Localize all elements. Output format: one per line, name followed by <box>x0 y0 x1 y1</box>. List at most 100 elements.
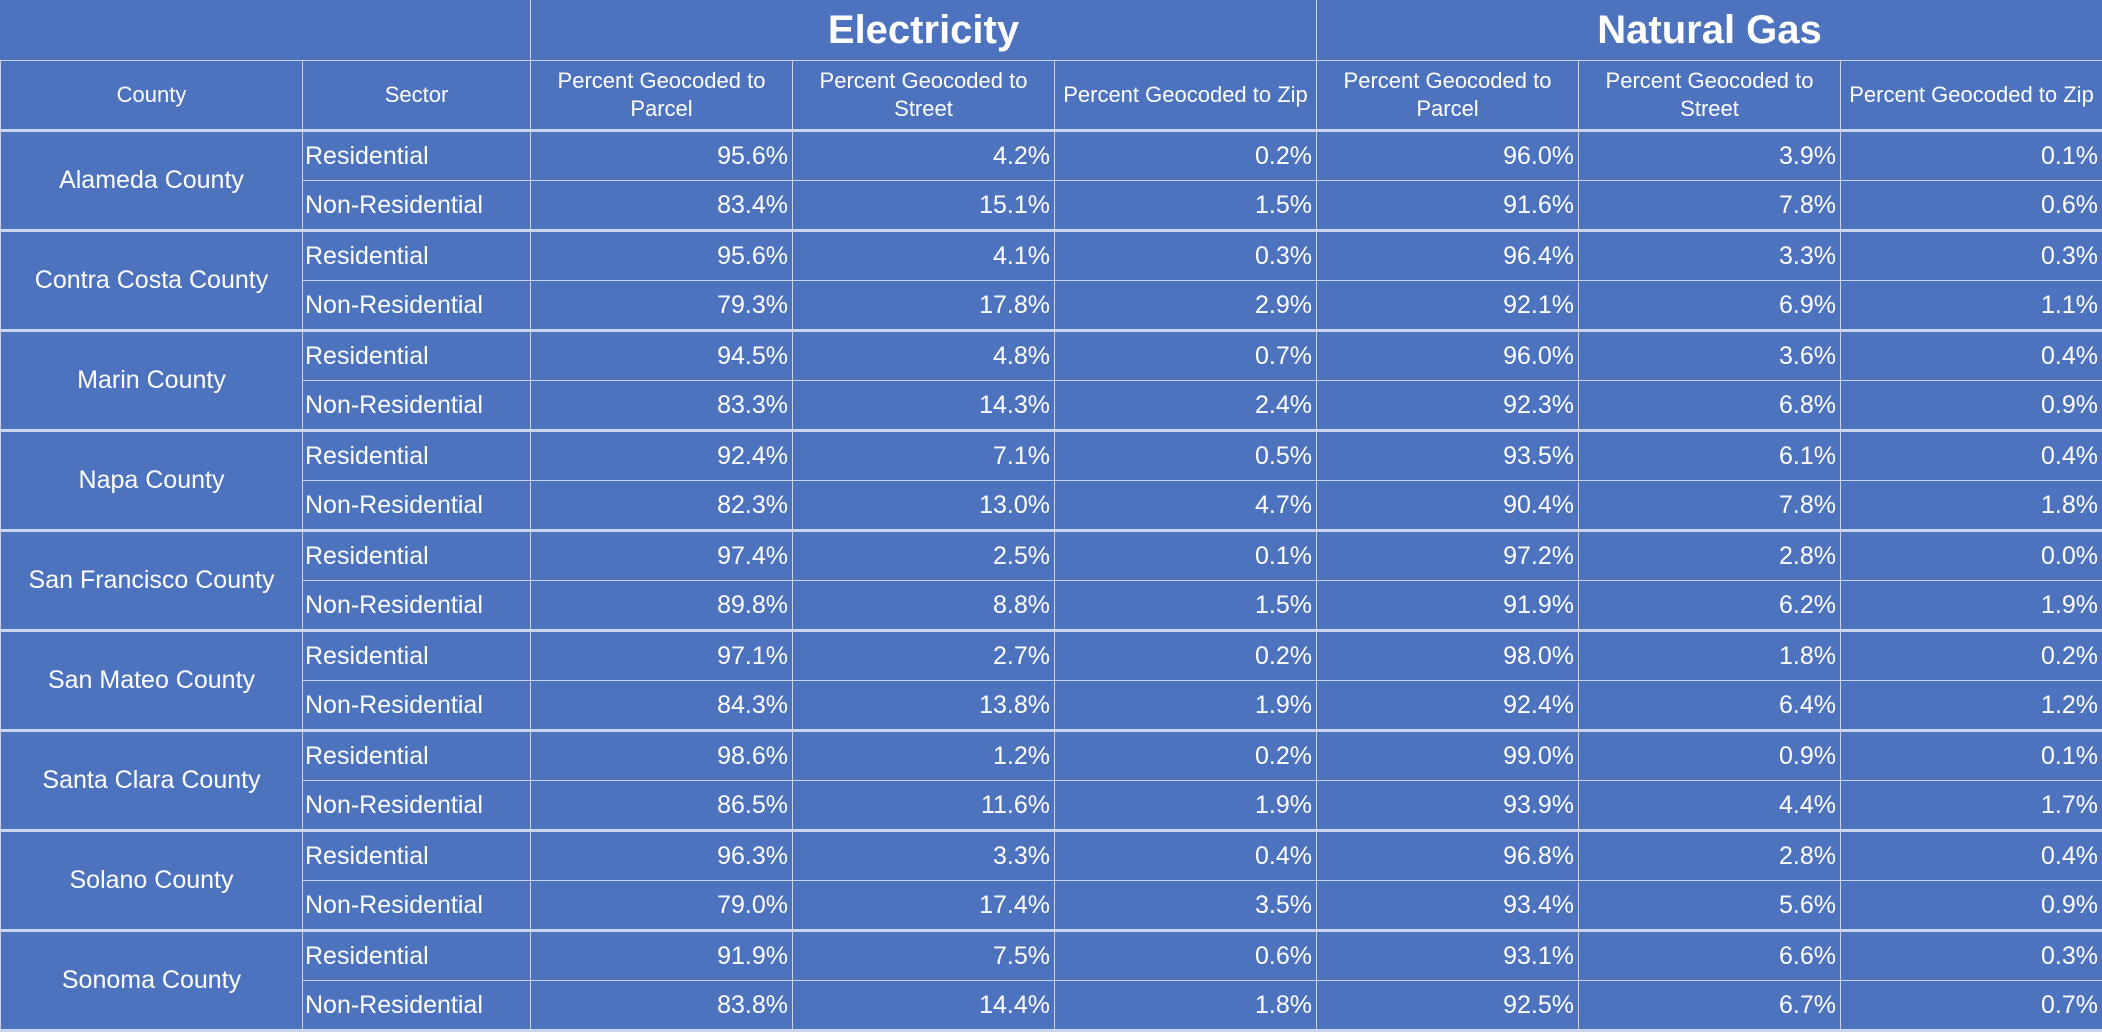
gas-street-cell: 7.8% <box>1579 181 1841 231</box>
elec-parcel-cell: 97.1% <box>531 631 793 681</box>
elec-parcel-cell: 79.0% <box>531 881 793 931</box>
gas-zip-cell: 0.4% <box>1841 831 2102 881</box>
table-row: Non-Residential83.3%14.3%2.4%92.3%6.8%0.… <box>1 381 2102 431</box>
gas-parcel-cell: 91.6% <box>1317 181 1579 231</box>
gas-zip-cell: 0.2% <box>1841 631 2102 681</box>
sector-cell: Residential <box>303 531 531 581</box>
elec-zip-cell: 1.8% <box>1055 981 1317 1031</box>
elec-parcel-cell: 86.5% <box>531 781 793 831</box>
gas-street-cell: 3.9% <box>1579 131 1841 181</box>
gas-parcel-cell: 96.0% <box>1317 131 1579 181</box>
elec-zip-cell: 0.2% <box>1055 731 1317 781</box>
column-header-county: County <box>1 61 303 131</box>
gas-zip-cell: 1.2% <box>1841 681 2102 731</box>
elec-street-cell: 4.1% <box>793 231 1055 281</box>
elec-zip-cell: 1.5% <box>1055 181 1317 231</box>
table-row: Non-Residential84.3%13.8%1.9%92.4%6.4%1.… <box>1 681 2102 731</box>
elec-zip-cell: 1.9% <box>1055 681 1317 731</box>
gas-parcel-cell: 92.5% <box>1317 981 1579 1031</box>
gas-street-cell: 6.2% <box>1579 581 1841 631</box>
gas-street-cell: 6.4% <box>1579 681 1841 731</box>
table-row: Non-Residential89.8%8.8%1.5%91.9%6.2%1.9… <box>1 581 2102 631</box>
sector-cell: Non-Residential <box>303 581 531 631</box>
elec-parcel-cell: 96.3% <box>531 831 793 881</box>
gas-street-cell: 6.9% <box>1579 281 1841 331</box>
elec-street-cell: 17.8% <box>793 281 1055 331</box>
table-row: Non-Residential79.3%17.8%2.9%92.1%6.9%1.… <box>1 281 2102 331</box>
gas-zip-cell: 0.7% <box>1841 981 2102 1031</box>
sector-cell: Residential <box>303 131 531 181</box>
elec-street-cell: 4.2% <box>793 131 1055 181</box>
table-row: Solano CountyResidential96.3%3.3%0.4%96.… <box>1 831 2102 881</box>
sector-cell: Non-Residential <box>303 281 531 331</box>
elec-zip-cell: 0.1% <box>1055 531 1317 581</box>
column-header-elec-zip: Percent Geocoded to Zip <box>1055 61 1317 131</box>
gas-zip-cell: 0.6% <box>1841 181 2102 231</box>
gas-zip-cell: 0.9% <box>1841 881 2102 931</box>
gas-street-cell: 6.8% <box>1579 381 1841 431</box>
elec-parcel-cell: 95.6% <box>531 231 793 281</box>
elec-street-cell: 2.5% <box>793 531 1055 581</box>
gas-parcel-cell: 99.0% <box>1317 731 1579 781</box>
column-header-row: County Sector Percent Geocoded to Parcel… <box>1 61 2102 131</box>
elec-street-cell: 14.3% <box>793 381 1055 431</box>
elec-parcel-cell: 91.9% <box>531 931 793 981</box>
gas-street-cell: 0.9% <box>1579 731 1841 781</box>
sector-cell: Non-Residential <box>303 681 531 731</box>
sector-cell: Residential <box>303 931 531 981</box>
gas-street-cell: 3.3% <box>1579 231 1841 281</box>
gas-zip-cell: 0.1% <box>1841 131 2102 181</box>
elec-parcel-cell: 89.8% <box>531 581 793 631</box>
group-header-row: Electricity Natural Gas <box>1 0 2102 61</box>
elec-parcel-cell: 92.4% <box>531 431 793 481</box>
sector-cell: Non-Residential <box>303 381 531 431</box>
elec-street-cell: 1.2% <box>793 731 1055 781</box>
gas-parcel-cell: 90.4% <box>1317 481 1579 531</box>
elec-street-cell: 11.6% <box>793 781 1055 831</box>
table-row: Contra Costa CountyResidential95.6%4.1%0… <box>1 231 2102 281</box>
county-cell: Napa County <box>1 431 303 531</box>
column-header-sector: Sector <box>303 61 531 131</box>
elec-zip-cell: 2.9% <box>1055 281 1317 331</box>
elec-zip-cell: 3.5% <box>1055 881 1317 931</box>
elec-parcel-cell: 94.5% <box>531 331 793 381</box>
elec-street-cell: 8.8% <box>793 581 1055 631</box>
elec-zip-cell: 0.2% <box>1055 631 1317 681</box>
gas-parcel-cell: 97.2% <box>1317 531 1579 581</box>
elec-parcel-cell: 95.6% <box>531 131 793 181</box>
elec-zip-cell: 0.7% <box>1055 331 1317 381</box>
elec-street-cell: 4.8% <box>793 331 1055 381</box>
county-cell: Alameda County <box>1 131 303 231</box>
group-header-electricity: Electricity <box>531 0 1317 61</box>
elec-zip-cell: 0.6% <box>1055 931 1317 981</box>
sector-cell: Residential <box>303 731 531 781</box>
group-header-blank <box>1 0 531 61</box>
column-header-elec-parcel: Percent Geocoded to Parcel <box>531 61 793 131</box>
elec-zip-cell: 1.9% <box>1055 781 1317 831</box>
table-body: Alameda CountyResidential95.6%4.2%0.2%96… <box>1 131 2102 1031</box>
elec-street-cell: 7.5% <box>793 931 1055 981</box>
elec-parcel-cell: 97.4% <box>531 531 793 581</box>
gas-zip-cell: 1.1% <box>1841 281 2102 331</box>
geocoding-table: Electricity Natural Gas County Sector Pe… <box>0 0 2102 1032</box>
group-header-natural-gas: Natural Gas <box>1317 0 2102 61</box>
table-row: Non-Residential83.8%14.4%1.8%92.5%6.7%0.… <box>1 981 2102 1031</box>
table-row: Santa Clara CountyResidential98.6%1.2%0.… <box>1 731 2102 781</box>
gas-zip-cell: 0.4% <box>1841 331 2102 381</box>
gas-zip-cell: 0.0% <box>1841 531 2102 581</box>
county-cell: Contra Costa County <box>1 231 303 331</box>
sector-cell: Non-Residential <box>303 981 531 1031</box>
gas-street-cell: 6.1% <box>1579 431 1841 481</box>
gas-parcel-cell: 96.0% <box>1317 331 1579 381</box>
elec-street-cell: 2.7% <box>793 631 1055 681</box>
gas-street-cell: 6.7% <box>1579 981 1841 1031</box>
column-header-elec-street: Percent Geocoded to Street <box>793 61 1055 131</box>
column-header-gas-street: Percent Geocoded to Street <box>1579 61 1841 131</box>
elec-zip-cell: 0.3% <box>1055 231 1317 281</box>
gas-zip-cell: 1.8% <box>1841 481 2102 531</box>
elec-zip-cell: 2.4% <box>1055 381 1317 431</box>
gas-parcel-cell: 91.9% <box>1317 581 1579 631</box>
gas-parcel-cell: 93.1% <box>1317 931 1579 981</box>
gas-street-cell: 4.4% <box>1579 781 1841 831</box>
elec-parcel-cell: 83.3% <box>531 381 793 431</box>
